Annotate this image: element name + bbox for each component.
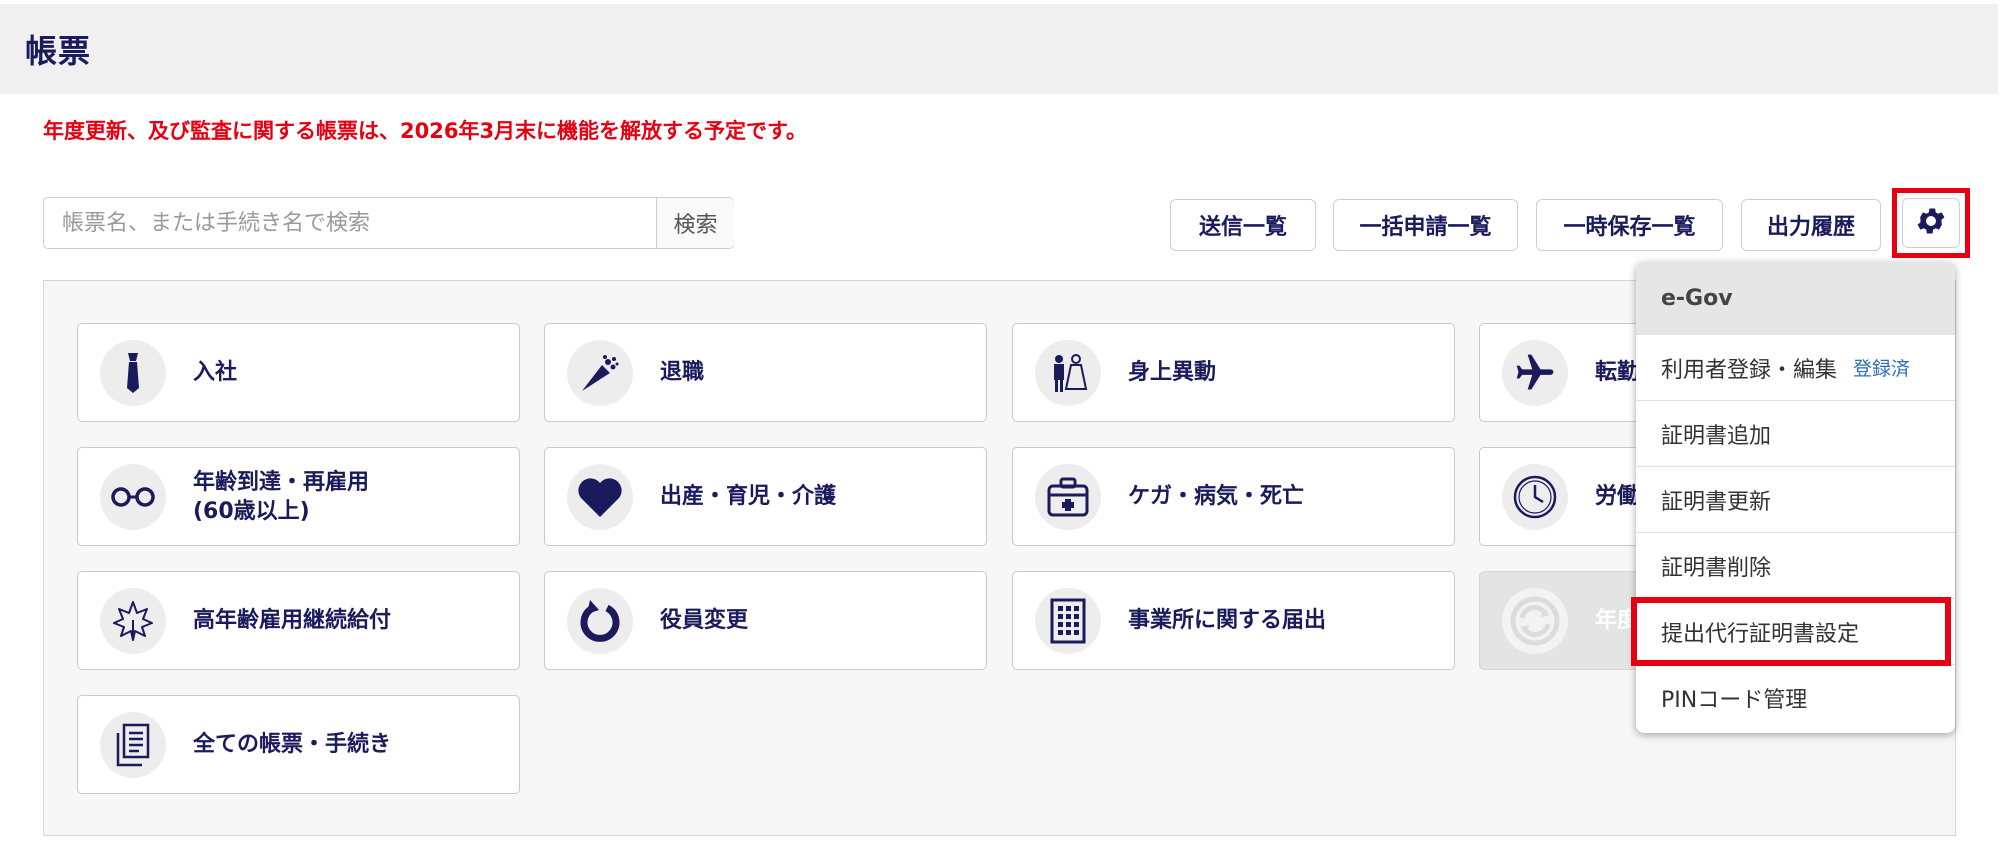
settings-highlight <box>1892 188 1970 258</box>
menu-item-user-registration[interactable]: 利用者登録・編集 登録済 <box>1636 334 1955 400</box>
menu-item-pin-code-management[interactable]: PINコード管理 <box>1636 664 1955 730</box>
menu-item-renew-certificate[interactable]: 証明書更新 <box>1636 466 1955 532</box>
menu-item-label: PINコード管理 <box>1661 687 1808 713</box>
menu-item-label: 利用者登録・編集 <box>1661 357 1838 383</box>
card-label: ケガ・病気・死亡 <box>1128 484 1305 509</box>
card-elderly-employment-benefit[interactable]: 高年齢雇用継続給付 <box>77 571 520 670</box>
search-button[interactable]: 検索 <box>656 198 734 248</box>
card-label: 出産・育児・介護 <box>660 484 837 509</box>
output-history-button[interactable]: 出力履歴 <box>1741 199 1881 251</box>
notice-message: 年度更新、及び監査に関する帳票は、2026年3月末に機能を解放する予定です。 <box>43 119 807 143</box>
card-age-reemployment[interactable]: 年齢到達・再雇用 (60歳以上) <box>77 447 520 546</box>
card-label: 全ての帳票・手続き <box>193 732 392 757</box>
maple-leaf-icon <box>100 588 166 654</box>
menu-item-delete-certificate[interactable]: 証明書削除 <box>1636 532 1955 598</box>
search-input[interactable] <box>44 198 656 248</box>
card-label: 役員変更 <box>660 608 749 633</box>
bouquet-icon <box>567 340 633 406</box>
card-retirement[interactable]: 退職 <box>544 323 987 422</box>
gear-icon <box>1914 204 1948 242</box>
building-icon <box>1035 588 1101 654</box>
card-injury-illness-death[interactable]: ケガ・病気・死亡 <box>1012 447 1455 546</box>
necktie-icon <box>100 340 166 406</box>
menu-item-label: 提出代行証明書設定 <box>1661 621 1860 647</box>
card-label: 事業所に関する届出 <box>1128 608 1327 633</box>
card-label: 身上異動 <box>1128 360 1217 385</box>
search-box: 検索 <box>43 197 734 249</box>
card-label: 年齢到達・再雇用 (60歳以上) <box>193 469 370 524</box>
card-label: 高年齢雇用継続給付 <box>193 608 392 633</box>
clock-icon <box>1502 464 1568 530</box>
bulk-application-list-button[interactable]: 一括申請一覧 <box>1333 199 1518 251</box>
glasses-icon <box>100 464 166 530</box>
menu-item-add-certificate[interactable]: 証明書追加 <box>1636 400 1955 466</box>
card-childbirth-care[interactable]: 出産・育児・介護 <box>544 447 987 546</box>
card-label: 退職 <box>660 360 705 385</box>
card-label: 入社 <box>193 360 238 385</box>
card-all-forms[interactable]: 全ての帳票・手続き <box>77 695 520 794</box>
settings-dropdown-menu: e-Gov 利用者登録・編集 登録済 証明書追加 証明書更新 証明書削除 提出代… <box>1636 262 1955 733</box>
settings-button[interactable] <box>1902 198 1960 248</box>
card-office-notification[interactable]: 事業所に関する届出 <box>1012 571 1455 670</box>
registered-badge: 登録済 <box>1853 358 1911 380</box>
menu-item-label: 証明書削除 <box>1661 555 1772 581</box>
menu-item-label: 証明書追加 <box>1661 423 1772 449</box>
airplane-icon <box>1502 340 1568 406</box>
card-personal-change[interactable]: 身上異動 <box>1012 323 1455 422</box>
heart-icon <box>567 464 633 530</box>
wedding-couple-icon <box>1035 340 1101 406</box>
card-joining[interactable]: 入社 <box>77 323 520 422</box>
card-officer-change[interactable]: 役員変更 <box>544 571 987 670</box>
menu-item-proxy-certificate-settings[interactable]: 提出代行証明書設定 <box>1636 598 1955 664</box>
temp-saved-list-button[interactable]: 一時保存一覧 <box>1536 199 1723 251</box>
sync-icon <box>1502 588 1568 654</box>
menu-item-label: 証明書更新 <box>1661 489 1772 515</box>
sent-list-button[interactable]: 送信一覧 <box>1170 199 1316 251</box>
page-header: 帳票 <box>0 4 1998 94</box>
page-title: 帳票 <box>25 32 92 70</box>
first-aid-kit-icon <box>1035 464 1101 530</box>
refresh-arrow-icon <box>567 588 633 654</box>
documents-icon <box>100 712 166 778</box>
menu-header: e-Gov <box>1636 262 1955 334</box>
